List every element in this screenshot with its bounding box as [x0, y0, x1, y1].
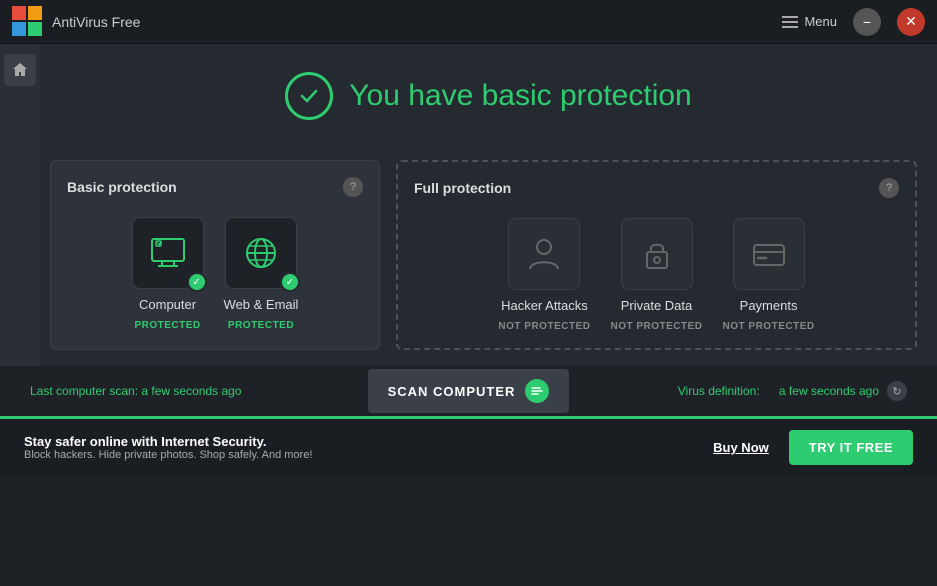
hero-section: You have basic protection — [40, 44, 937, 144]
home-icon — [12, 62, 28, 78]
payments-item[interactable]: Payments NOT PROTECTED — [723, 218, 815, 332]
promo-bar: Stay safer online with Internet Security… — [0, 416, 937, 476]
computer-protection-item[interactable]: ✓ Computer PROTECTED — [132, 217, 204, 331]
buy-now-button[interactable]: Buy Now — [713, 440, 769, 455]
last-scan-label: Last computer scan: — [30, 384, 138, 398]
computer-check-badge: ✓ — [187, 272, 207, 292]
app-title: AntiVirus Free — [52, 14, 140, 30]
panels-row: Basic protection ? — [40, 144, 937, 366]
title-controls: Menu − ✕ — [782, 8, 925, 36]
full-items-row: Hacker Attacks NOT PROTECTED Private — [414, 218, 899, 332]
hero-title: You have basic protection — [349, 79, 691, 113]
virus-def-label: Virus definition: — [678, 384, 760, 398]
scan-computer-button[interactable]: SCAN COMPUTER — [368, 369, 570, 413]
hacker-icon-wrap — [508, 218, 580, 290]
payments-status: NOT PROTECTED — [723, 321, 815, 332]
web-icon — [241, 233, 281, 273]
refresh-button[interactable]: ↻ — [887, 381, 907, 401]
payments-icon-wrap — [733, 218, 805, 290]
web-email-icon-wrap: ✓ — [225, 217, 297, 289]
web-check-badge: ✓ — [280, 272, 300, 292]
last-scan-info: Last computer scan: a few seconds ago — [30, 384, 348, 398]
full-protection-panel: Full protection ? Hacker Attacks NOT — [396, 160, 917, 350]
payments-label: Payments — [740, 298, 798, 313]
virus-def-info: Virus definition: a few seconds ago ↻ — [589, 381, 907, 401]
payment-icon — [749, 234, 789, 274]
search-lines-icon — [530, 384, 544, 398]
private-data-item[interactable]: Private Data NOT PROTECTED — [610, 218, 702, 332]
basic-panel-help[interactable]: ? — [343, 177, 363, 197]
hero-check-circle — [285, 72, 333, 120]
checkmark-icon — [298, 85, 320, 107]
computer-status: PROTECTED — [134, 320, 200, 331]
try-free-button[interactable]: TRY IT FREE — [789, 430, 913, 465]
basic-panel-title: Basic protection — [67, 179, 177, 195]
full-panel-help[interactable]: ? — [879, 178, 899, 198]
virus-def-time: a few seconds ago — [779, 384, 879, 398]
menu-label: Menu — [804, 14, 837, 29]
computer-icon — [148, 233, 188, 273]
basic-items-row: ✓ Computer PROTECTED — [67, 217, 363, 331]
web-email-protection-item[interactable]: ✓ Web & Email PROTECTED — [224, 217, 299, 331]
web-email-status: PROTECTED — [228, 320, 294, 331]
hamburger-icon — [782, 16, 798, 28]
computer-label: Computer — [139, 297, 196, 312]
avg-logo — [12, 6, 44, 38]
lock-icon — [637, 234, 677, 274]
scan-icon — [525, 379, 549, 403]
hacker-label: Hacker Attacks — [501, 298, 588, 313]
promo-subtext: Block hackers. Hide private photos. Shop… — [24, 449, 693, 461]
logo-area: AntiVirus Free — [12, 6, 140, 38]
main-panels-container: You have basic protection Basic protecti… — [40, 44, 937, 366]
hacker-icon — [524, 234, 564, 274]
menu-button[interactable]: Menu — [782, 14, 837, 29]
last-scan-time: a few seconds ago — [141, 384, 241, 398]
promo-headline: Stay safer online with Internet Security… — [24, 434, 693, 449]
home-button[interactable] — [4, 54, 36, 86]
hacker-attacks-item[interactable]: Hacker Attacks NOT PROTECTED — [498, 218, 590, 332]
scan-bar: Last computer scan: a few seconds ago SC… — [0, 366, 937, 416]
private-data-icon-wrap — [621, 218, 693, 290]
title-bar: AntiVirus Free Menu − ✕ — [0, 0, 937, 44]
private-data-status: NOT PROTECTED — [610, 321, 702, 332]
minimize-button[interactable]: − — [853, 8, 881, 36]
full-panel-header: Full protection ? — [414, 178, 899, 198]
scan-button-label: SCAN COMPUTER — [388, 384, 516, 399]
computer-icon-wrap: ✓ — [132, 217, 204, 289]
close-button[interactable]: ✕ — [897, 8, 925, 36]
content-area: You have basic protection Basic protecti… — [0, 44, 937, 366]
full-panel-title: Full protection — [414, 180, 511, 196]
promo-text: Stay safer online with Internet Security… — [24, 434, 693, 461]
basic-protection-panel: Basic protection ? — [50, 160, 380, 350]
private-data-label: Private Data — [621, 298, 693, 313]
basic-panel-header: Basic protection ? — [67, 177, 363, 197]
web-email-label: Web & Email — [224, 297, 299, 312]
left-sidebar — [0, 44, 40, 366]
hacker-status: NOT PROTECTED — [498, 321, 590, 332]
